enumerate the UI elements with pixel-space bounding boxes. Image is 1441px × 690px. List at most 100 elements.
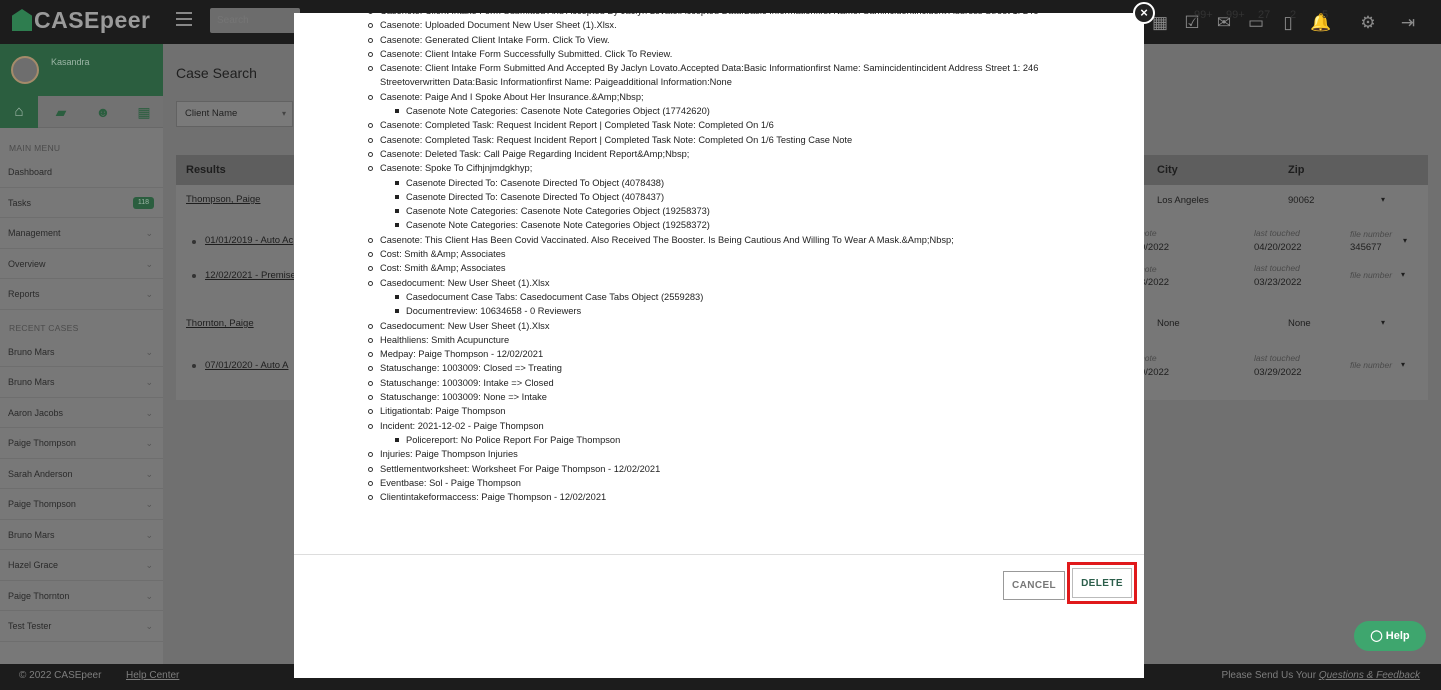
sidebar-item-label: Reports	[8, 289, 40, 299]
logo-mark-icon	[12, 9, 32, 31]
recent-case-item[interactable]: Bruno Mars ⌄	[0, 337, 163, 367]
logout-icon[interactable]: ⇥	[1398, 14, 1418, 32]
recent-case-item[interactable]: Bruno Mars ⌄	[0, 367, 163, 398]
menu-toggle-icon[interactable]	[176, 12, 192, 26]
case-chevron-icon[interactable]: ▾	[1403, 236, 1407, 245]
row-chevron-icon[interactable]: ▾	[1381, 318, 1385, 327]
client-name-select[interactable]: Client Name	[176, 101, 293, 127]
sidebar-item-reports[interactable]: Reports ⌄	[0, 279, 163, 310]
case-date: 9/2022	[1140, 367, 1170, 378]
close-icon[interactable]: ×	[1133, 2, 1155, 24]
username: Kasandra	[51, 57, 90, 67]
list-item: Casenote: Spoke To Cifhjnjmdgkhyp;	[368, 161, 1088, 175]
recent-case-item[interactable]: Sarah Anderson ⌄	[0, 459, 163, 489]
gear-icon[interactable]: ⚙	[1358, 14, 1378, 32]
help-center-link[interactable]: Help Center	[126, 664, 179, 688]
recent-case-item[interactable]: Paige Thompson ⌄	[0, 489, 163, 520]
feedback-link[interactable]: Questions & Feedback	[1319, 670, 1420, 681]
case-date: 0/2022	[1140, 242, 1170, 253]
file-number-value: 345677	[1350, 242, 1382, 253]
list-item: Casenote: Deleted Task: Call Paige Regar…	[368, 147, 1088, 161]
list-item: Statuschange: 1003009: Intake => Closed	[368, 376, 1088, 390]
contacts-icon[interactable]: ☻	[88, 96, 118, 128]
case-bullet	[192, 240, 196, 244]
main-menu: Dashboard Tasks 118 Management ⌄ Overview ⌄ Rep…	[0, 157, 163, 310]
list-item: Casenote Note Categories: Casenote Note …	[368, 218, 1088, 232]
user-block: Kasandra	[0, 44, 163, 96]
chevron-down-icon: ⌄	[145, 377, 153, 387]
list-item: Incident: 2021-12-02 - Paige Thompson	[368, 419, 1088, 433]
main-menu-heading: MAIN MENU	[9, 143, 61, 153]
list-item: Litigationtab: Paige Thompson	[368, 404, 1088, 418]
list-item: Casenote: This Client Has Been Covid Vac…	[368, 233, 1088, 247]
help-label: Help	[1385, 630, 1410, 642]
recent-case-label: Test Tester	[8, 621, 52, 631]
list-item: Casenote: Client Intake Form Submitted A…	[368, 61, 1088, 90]
last-touched-value: 03/29/2022	[1254, 367, 1302, 378]
chevron-down-icon: ⌄	[145, 289, 153, 299]
chat-icon: ◯	[1370, 630, 1383, 642]
list-item: Casenote: Client Intake Form Successfull…	[368, 47, 1088, 61]
chevron-down-icon: ⌄	[145, 438, 153, 448]
last-touched-value: 04/20/2022	[1254, 242, 1302, 253]
help-button[interactable]: ◯ Help	[1354, 621, 1426, 651]
list-item: Casedocument: New User Sheet (1).Xlsx	[368, 276, 1088, 290]
zip-cell: None	[1288, 318, 1311, 329]
sidebar-item-overview[interactable]: Overview ⌄	[0, 249, 163, 279]
list-item: Clientintakeformaccess: Paige Thompson -…	[368, 490, 1088, 504]
delete-confirm-modal: Casenote: Client Intake Form Submitted A…	[294, 13, 1144, 678]
recent-case-item[interactable]: Paige Thornton ⌄	[0, 581, 163, 611]
list-item: Statuschange: 1003009: Closed => Treatin…	[368, 361, 1088, 375]
last-touched-label: last touched	[1254, 263, 1300, 273]
avatar[interactable]	[11, 56, 39, 84]
recent-case-item[interactable]: Hazel Grace ⌄	[0, 550, 163, 581]
notification-badge: 5	[1322, 9, 1329, 21]
sidebar-item-label: Overview	[8, 258, 46, 269]
city-cell: None	[1157, 318, 1180, 329]
case-chevron-icon[interactable]: ▾	[1401, 360, 1405, 369]
recent-case-label: Paige Thompson	[8, 438, 76, 448]
recent-case-item[interactable]: Aaron Jacobs ⌄	[0, 398, 163, 428]
client-link[interactable]: Thornton, Paige	[186, 318, 254, 329]
list-item: Casenote: Uploaded Document New User She…	[368, 18, 1088, 32]
sidebar-item-dashboard[interactable]: Dashboard	[0, 157, 163, 188]
chevron-down-icon: ⌄	[145, 499, 153, 509]
case-date: 3/2022	[1140, 277, 1170, 288]
modal-body[interactable]: Casenote: Client Intake Form Submitted A…	[294, 13, 1144, 555]
client-link[interactable]: Thompson, Paige	[186, 194, 260, 205]
case-bullet	[192, 274, 196, 278]
row-chevron-icon[interactable]: ▾	[1381, 195, 1385, 204]
sidebar-item-label: Dashboard	[8, 167, 53, 177]
case-link[interactable]: 01/01/2019 - Auto Ac	[205, 235, 293, 246]
app-name: CASEpeer	[34, 7, 151, 33]
city-cell: Los Angeles	[1157, 195, 1209, 206]
search-input[interactable]	[210, 8, 300, 33]
delete-button[interactable]: DELETE	[1072, 568, 1132, 598]
related-items-list: Casenote: Client Intake Form Submitted A…	[368, 13, 1088, 504]
recent-case-label: Aaron Jacobs	[8, 407, 64, 418]
list-item: Casenote Note Categories: Casenote Note …	[368, 204, 1088, 218]
column-city[interactable]: City	[1157, 155, 1178, 185]
sidebar-item-label: Tasks	[8, 197, 32, 208]
recent-case-item[interactable]: Test Tester ⌄	[0, 611, 163, 642]
calendar-icon[interactable]: ▦	[129, 96, 159, 128]
case-link[interactable]: 12/02/2021 - Premise	[205, 270, 296, 281]
case-link[interactable]: 07/01/2020 - Auto A	[205, 360, 288, 371]
sidebar-item-management[interactable]: Management ⌄	[0, 218, 163, 249]
notification-badge: 2	[1290, 9, 1297, 21]
list-item: Healthliens: Smith Acupuncture	[368, 333, 1088, 347]
recent-case-item[interactable]: Paige Thompson ⌄	[0, 428, 163, 459]
folder-icon[interactable]: ▰	[46, 96, 76, 128]
home-icon[interactable]: ⌂	[0, 96, 38, 128]
cancel-button[interactable]: CANCEL	[1003, 571, 1065, 600]
list-item: Settlementworksheet: Worksheet For Paige…	[368, 462, 1088, 476]
recent-case-item[interactable]: Bruno Mars ⌄	[0, 520, 163, 550]
sidebar-item-label: Management	[8, 228, 61, 238]
copyright: © 2022 CASEpeer	[19, 670, 102, 681]
sidebar-item-tasks[interactable]: Tasks 118	[0, 188, 163, 218]
case-chevron-icon[interactable]: ▾	[1401, 270, 1405, 279]
list-item: Statuschange: 1003009: None => Intake	[368, 390, 1088, 404]
app-logo[interactable]: CASEpeer	[12, 7, 150, 34]
column-zip[interactable]: Zip	[1288, 155, 1305, 185]
list-item: Cost: Smith &Amp; Associates	[368, 261, 1088, 275]
